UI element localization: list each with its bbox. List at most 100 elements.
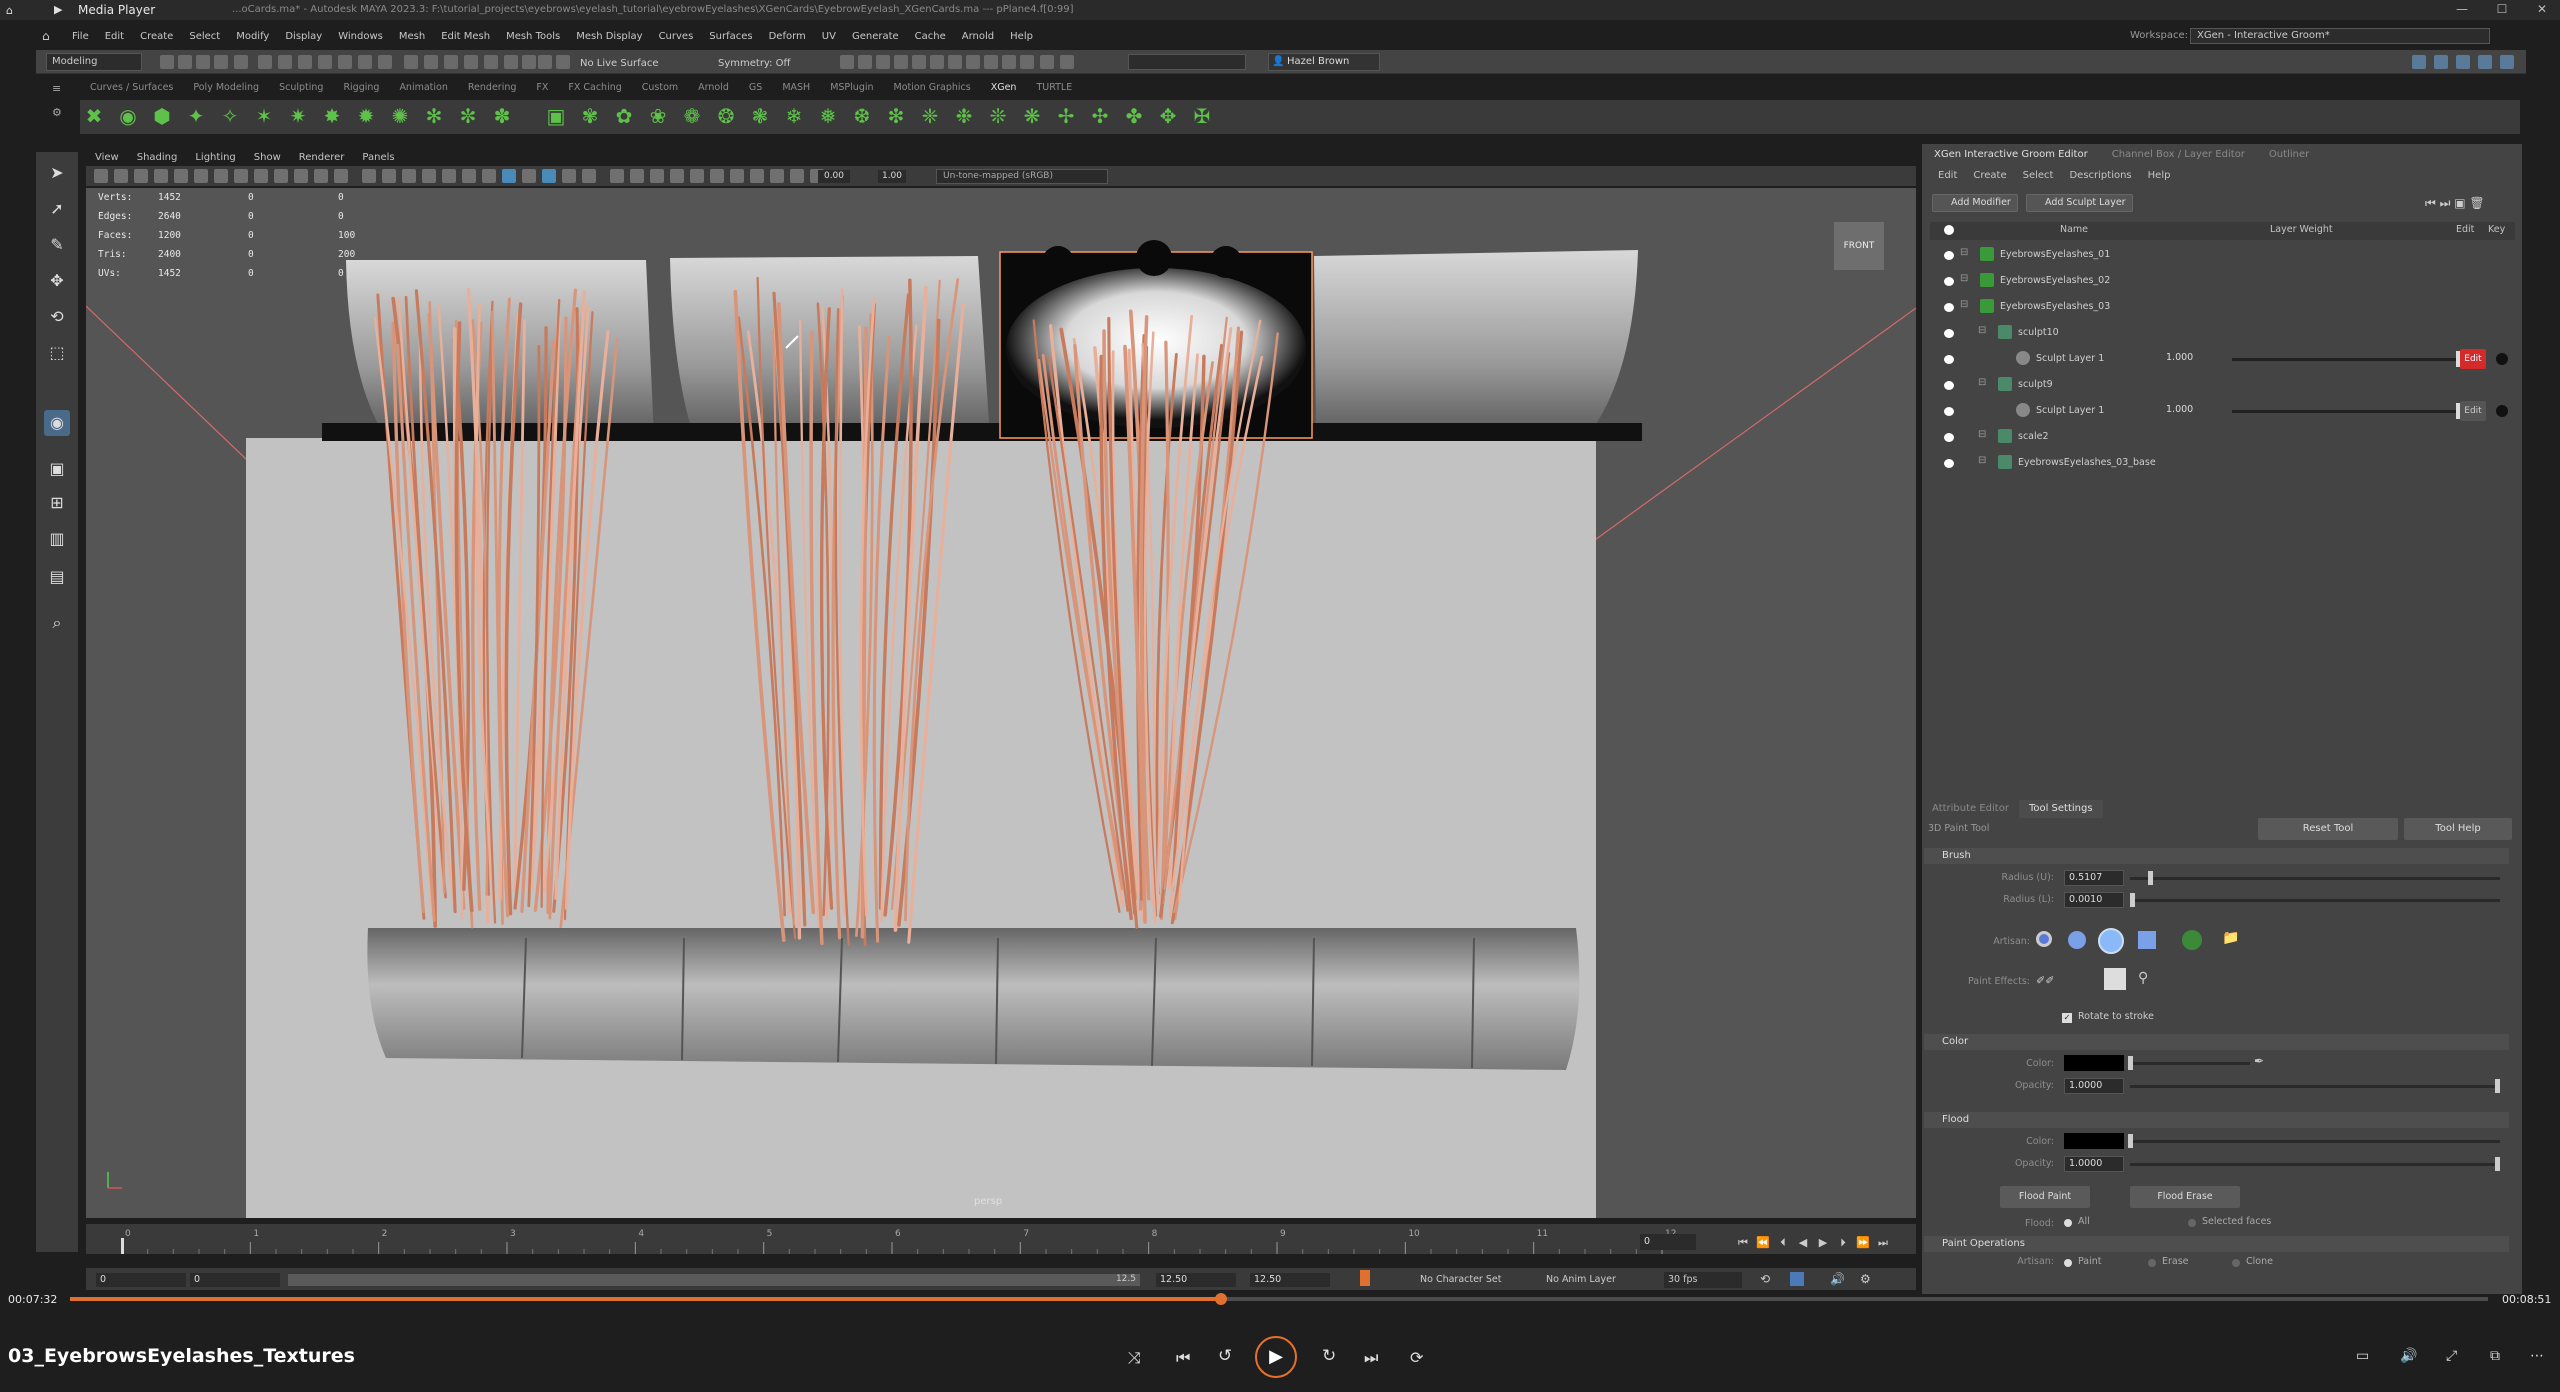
layer-row[interactable]: ⊟ sculpt9 [1930,372,2515,398]
four-view-icon[interactable]: ⊞ [44,490,70,516]
scale-tool-icon[interactable]: ⬚ [44,340,70,366]
status-line-tool-icon[interactable] [484,55,498,69]
status-line-tool-icon[interactable] [504,55,518,69]
menu-select[interactable]: Select [181,28,228,45]
repeat-icon[interactable]: ⟳ [1410,1348,1423,1367]
outliner-layout-icon[interactable]: ▤ [44,564,70,590]
xgen-shelf-tool-icon[interactable]: ✶ [252,104,276,128]
flood-all-radio[interactable] [2064,1219,2072,1227]
xgen-shelf-tool-icon[interactable]: ❃ [748,104,772,128]
step-back-frame-icon[interactable]: ⏴ [1776,1236,1790,1250]
layer-key-icon[interactable] [2496,353,2508,365]
maximize-button[interactable]: ☐ [2485,2,2519,18]
shelf-tab-sculpting[interactable]: Sculpting [269,82,333,96]
brush-profile-solid-icon[interactable] [2098,928,2124,954]
volume-icon[interactable]: 🔊 [2400,1348,2417,1364]
status-line-tool-icon[interactable] [522,55,536,69]
live-surface-label[interactable]: No Live Surface [580,58,658,69]
render-tool-icon[interactable] [930,55,944,69]
lasso-tool-icon[interactable]: ➚ [44,196,70,222]
menu-curves[interactable]: Curves [651,28,702,45]
forward-30-icon[interactable]: ↻ [1322,1346,1336,1366]
playback-prefs-icon[interactable]: ⚙ [1860,1272,1871,1286]
render-tool-icon[interactable] [984,55,998,69]
viewport-tool-icon[interactable] [522,169,536,183]
flood-color-slider[interactable] [2130,1140,2500,1143]
status-line-tool-icon[interactable] [298,55,312,69]
play-button[interactable]: ▶ [1255,1336,1297,1378]
render-tool-icon[interactable] [894,55,908,69]
viewport-tool-icon[interactable] [134,169,148,183]
render-tool-icon[interactable] [858,55,872,69]
menu-cache[interactable]: Cache [907,28,954,45]
xgen-shelf-tool-icon[interactable]: ✖ [82,104,106,128]
step-back-key-icon[interactable]: ⏪ [1756,1236,1770,1250]
paint-effects-brush-icon[interactable]: ✐✐ [2036,974,2054,987]
range-slider[interactable]: 12.5 [288,1274,1140,1286]
flood-opacity-field[interactable]: 1.0000 [2064,1156,2124,1172]
radius-u-slider-knob[interactable] [2148,871,2154,885]
groom-tab-2[interactable]: Outliner [2257,146,2321,164]
expand-icon[interactable]: ⊟ [1960,273,1968,284]
shelf-tab-turtle[interactable]: TURTLE [1026,82,1082,96]
menu-windows[interactable]: Windows [330,28,391,45]
viewport-tool-icon[interactable] [422,169,436,183]
viewport-tool-icon[interactable] [770,169,784,183]
fps-dropdown[interactable]: 30 fps [1664,1272,1742,1288]
panel-toggle-icon[interactable] [2500,55,2514,69]
viewport-tool-icon[interactable] [174,169,188,183]
render-tool-icon[interactable] [1040,55,1054,69]
quick-search-input[interactable] [1128,54,1246,70]
paint-effects-settings-icon[interactable]: ⚲ [2138,970,2148,986]
visibility-icon[interactable] [1944,329,1954,338]
visibility-icon[interactable] [1944,277,1954,286]
xgen-shelf-tool-icon[interactable]: ✥ [1156,104,1180,128]
xgen-shelf-tool-icon[interactable]: ✽ [490,104,514,128]
paint-op-radio[interactable] [2148,1259,2156,1267]
color-opacity-field[interactable]: 1.0000 [2064,1078,2124,1094]
expand-icon[interactable]: ⊟ [1960,247,1968,258]
viewport-tool-icon[interactable] [650,169,664,183]
radius-u-slider[interactable] [2130,877,2500,880]
render-tool-icon[interactable] [1020,55,1034,69]
shelf-settings-icon[interactable]: ⚙ [52,106,64,126]
menu-file[interactable]: File [64,28,97,45]
fullscreen-icon[interactable]: ⤢ [2446,1348,2457,1364]
layer-weight-value[interactable]: 1.000 [2166,404,2193,415]
visibility-icon[interactable] [1944,303,1954,312]
mode-dropdown[interactable]: Modeling [46,53,142,71]
xgen-shelf-tool-icon[interactable]: ❆ [850,104,874,128]
flood-erase-button[interactable]: Flood Erase [2130,1186,2240,1208]
xgen-shelf-tool-icon[interactable]: ❊ [986,104,1010,128]
status-line-tool-icon[interactable] [358,55,372,69]
render-tool-icon[interactable] [1060,55,1074,69]
shelf-tab-rendering[interactable]: Rendering [458,82,527,96]
playhead[interactable] [121,1238,124,1254]
visibility-icon[interactable] [1944,355,1954,364]
viewport-menu-view[interactable]: View [86,152,128,166]
shelf-tab-curves-surfaces[interactable]: Curves / Surfaces [80,82,183,96]
color-space-dropdown[interactable]: Un-tone-mapped (sRGB) [936,169,1108,184]
groom-toolbar-icons[interactable]: ⏮ ⏭ ▣ 🗑 [2425,196,2485,211]
xgen-shelf-tool-icon[interactable]: ❂ [714,104,738,128]
xgen-shelf-tool-icon[interactable]: ✾ [578,104,602,128]
shelf-tab-fx-caching[interactable]: FX Caching [558,82,631,96]
groom-menu-select[interactable]: Select [2015,170,2062,186]
flood-section-header[interactable]: Flood [1924,1112,2509,1128]
brush-profile-image-icon[interactable] [2182,930,2202,950]
expand-icon[interactable]: ⊟ [1960,299,1968,310]
viewport-tool-icon[interactable] [690,169,704,183]
move-tool-icon[interactable]: ✥ [44,268,70,294]
range-end2-field[interactable]: 12.50 [1250,1273,1330,1287]
layer-weight-slider[interactable] [2232,410,2460,413]
radius-l-slider-knob[interactable] [2130,893,2135,907]
xgen-shelf-tool-icon[interactable]: ✷ [286,104,310,128]
radius-l-field[interactable]: 0.0010 [2064,892,2124,908]
viewport-tool-icon[interactable] [710,169,724,183]
symmetry-dropdown[interactable]: Symmetry: Off [718,58,790,69]
single-view-icon[interactable]: ▣ [44,456,70,482]
eyedropper-icon[interactable]: ✒ [2254,1054,2264,1068]
add-modifier-button[interactable]: Add Modifier [1932,194,2018,212]
viewport-menu-shading[interactable]: Shading [128,152,187,166]
xgen-shelf-tool-icon[interactable]: ✹ [354,104,378,128]
